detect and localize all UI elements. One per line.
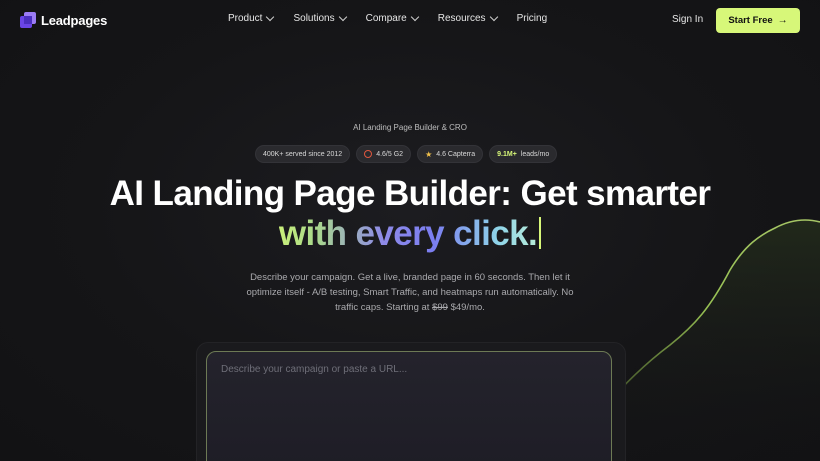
- main-menu: Product Solutions Compare Resources Pric…: [228, 12, 567, 24]
- start-free-label: Start Free: [728, 15, 773, 26]
- start-free-button[interactable]: Start Free →: [716, 8, 800, 33]
- hero-description-text: Describe your campaign. Get a live, bran…: [246, 272, 574, 313]
- menu-item-label: Compare: [365, 13, 407, 24]
- chevron-down-icon: [338, 12, 347, 22]
- chevron-down-icon: [489, 12, 498, 22]
- top-navigation: Leadpages Product Solutions Compare Reso…: [0, 0, 820, 40]
- badge-leads-label: leads/mo: [520, 150, 550, 158]
- leadpages-logo-icon: [20, 12, 36, 28]
- hero-headline: AI Landing Page Builder: Get smarter: [109, 174, 711, 213]
- old-price: $99: [432, 302, 448, 313]
- campaign-prompt-input[interactable]: [219, 363, 603, 376]
- hero-description: Describe your campaign. Get a live, bran…: [240, 270, 580, 315]
- badge-capterra-text: 4.6 Capterra: [436, 150, 476, 158]
- menu-item-label: Pricing: [516, 13, 548, 24]
- text-caret: [539, 217, 542, 249]
- arrow-right-icon: →: [777, 15, 788, 26]
- badge-g2-text: 4.6/5 G2: [376, 150, 404, 158]
- brand-logo[interactable]: Leadpages: [20, 12, 107, 28]
- badge-leads-value: 9.1M+: [497, 150, 517, 158]
- prompt-box[interactable]: [206, 351, 612, 461]
- menu-item-resources[interactable]: Resources: [437, 12, 498, 24]
- menu-item-product[interactable]: Product: [228, 12, 275, 24]
- hero-headline-highlight: with every click.: [0, 212, 820, 256]
- chevron-down-icon: [410, 12, 419, 22]
- menu-item-label: Resources: [437, 13, 486, 24]
- gradient-headline-text: with every click.: [278, 214, 538, 253]
- new-price: $49/mo.: [447, 302, 485, 313]
- brand-name: Leadpages: [41, 12, 108, 28]
- menu-item-compare[interactable]: Compare: [365, 12, 419, 24]
- sign-in-link[interactable]: Sign In: [672, 14, 703, 25]
- badge-leads: 9.1M+ leads/mo: [489, 145, 558, 163]
- menu-item-pricing[interactable]: Pricing: [517, 13, 548, 24]
- badge-served: 400K+ served since 2012: [255, 145, 351, 163]
- badge-served-text: 400K+ served since 2012: [263, 150, 343, 158]
- g2-icon: [364, 150, 373, 158]
- trust-badges: 400K+ served since 2012 4.6/5 G2 ★ 4.6 C…: [255, 145, 558, 163]
- chevron-down-icon: [266, 12, 275, 22]
- menu-item-label: Solutions: [293, 13, 335, 24]
- landing-page: Leadpages Product Solutions Compare Reso…: [0, 0, 820, 461]
- menu-item-solutions[interactable]: Solutions: [293, 12, 347, 24]
- star-icon: ★: [425, 149, 433, 159]
- badge-capterra: ★ 4.6 Capterra: [417, 145, 484, 163]
- badge-g2: 4.6/5 G2: [356, 145, 412, 163]
- menu-item-label: Product: [228, 13, 263, 24]
- hero-eyebrow: AI Landing Page Builder & CRO: [353, 123, 467, 132]
